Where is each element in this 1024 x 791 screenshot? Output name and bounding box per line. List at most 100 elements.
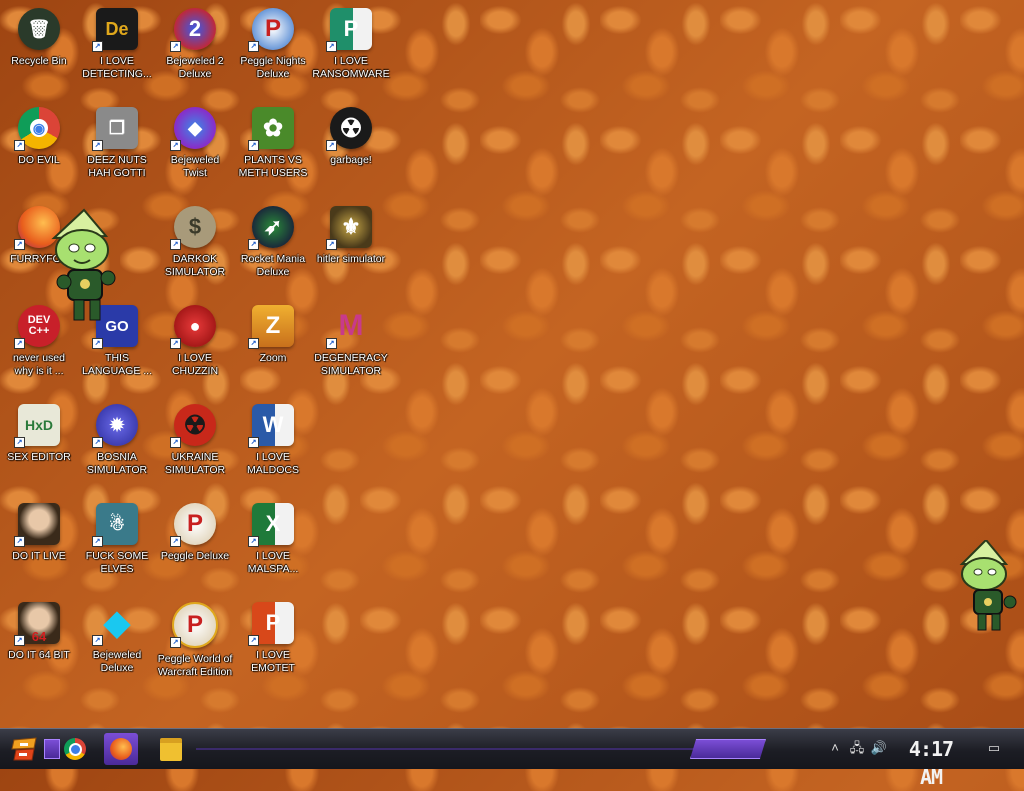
desktop-icon-hitler-simulator[interactable]: ⚜ ↗ hitler simulator <box>312 200 390 296</box>
shortcut-arrow-icon: ↗ <box>92 41 103 52</box>
icon-label: Zoom <box>259 352 287 364</box>
shortcut-arrow-icon: ↗ <box>170 239 181 250</box>
icon-label: Recycle Bin <box>11 55 67 67</box>
taskbar: ˄ 🖧 🔊 4:17 AM ▭ <box>0 728 1024 789</box>
desktop-icon-darkok[interactable]: $ ↗ DARKOK SIMULATOR <box>156 200 234 296</box>
taskbar-clock[interactable]: 4:17 AM <box>896 735 966 789</box>
desktop-icon-hxd[interactable]: HxD ↗ SEX EDITOR <box>0 398 78 494</box>
icon-label: Bejeweled Deluxe <box>92 649 142 674</box>
recycle-bin-icon: 🗑 <box>18 8 60 50</box>
desktop-icon-garbage[interactable]: ☢ ↗ garbage! <box>312 101 390 197</box>
publisher-icon: P ↗ <box>326 8 372 52</box>
de-icon: De ↗ <box>92 8 138 52</box>
desktop-icon-plants-vs[interactable]: ✿ ↗ PLANTS VS METH USERS <box>234 101 312 197</box>
shortcut-arrow-icon: ↗ <box>326 338 337 349</box>
desktop-icon-detecting[interactable]: De ↗ I LOVE DETECTING... <box>78 2 156 98</box>
shortcut-arrow-icon: ↗ <box>170 437 181 448</box>
icon-label: DO EVIL <box>18 154 60 166</box>
icon-label: SEX EDITOR <box>7 451 71 463</box>
spiked-ball-icon: ✹ ↗ <box>92 404 138 448</box>
shortcut-arrow-icon: ↗ <box>92 140 103 151</box>
icon-label: DO IT LIVE <box>12 550 66 562</box>
icon-label: I LOVE CHUZZIN <box>171 352 219 377</box>
shortcut-arrow-icon: ↗ <box>248 338 259 349</box>
excel-icon: X ↗ <box>248 503 294 547</box>
radiation-icon: ☢ ↗ <box>170 404 216 448</box>
icon-label: I LOVE MALDOCS <box>247 451 299 476</box>
shortcut-arrow-icon: ↗ <box>248 41 259 52</box>
taskbar-chrome[interactable] <box>58 733 92 765</box>
shortcut-arrow-icon: ↗ <box>170 637 181 648</box>
start-logo-icon <box>11 737 37 761</box>
start-button[interactable] <box>8 733 42 765</box>
firefox-icon <box>110 738 132 760</box>
shortcut-arrow-icon: ↗ <box>170 338 181 349</box>
notification-center-icon[interactable]: ▭ <box>984 739 1004 757</box>
desktop-icon-ransomware[interactable]: P ↗ I LOVE RANSOMWARE <box>312 2 390 98</box>
taskbar-firefox[interactable] <box>104 733 138 765</box>
desktop-icon-do-it-64-bit[interactable]: 64 ↗ DO IT 64 BIT <box>0 596 78 692</box>
peggle-wow-icon: P ↗ <box>170 602 218 648</box>
desktop-icon-degeneracy[interactable]: M ↗ DEGENERACY SIMULATOR <box>312 299 390 395</box>
desktop-icon-peggle-nights[interactable]: P ↗ Peggle Nights Deluxe <box>234 2 312 98</box>
chrome-icon <box>64 738 86 760</box>
shortcut-arrow-icon: ↗ <box>92 437 103 448</box>
show-hidden-icons-chevron-icon[interactable]: ˄ <box>826 739 844 757</box>
peggle-nights-icon: P ↗ <box>248 8 294 52</box>
elf-icon: ☃ ↗ <box>92 503 138 547</box>
plant-icon: ✿ ↗ <box>248 107 294 151</box>
peridot-mascot-right[interactable] <box>956 540 1024 632</box>
desktop-icon-bejeweled-twist[interactable]: ◆ ↗ Bejeweled Twist <box>156 101 234 197</box>
shortcut-arrow-icon: ↗ <box>170 536 181 547</box>
desktop-icon-bejeweled-2[interactable]: 2 ↗ Bejeweled 2 Deluxe <box>156 2 234 98</box>
desktop-icon-bosnia[interactable]: ✹ ↗ BOSNIA SIMULATOR <box>78 398 156 494</box>
portrait-icon: ↗ <box>14 503 60 547</box>
desktop-icon-bejeweled-deluxe[interactable]: ◆ ↗ Bejeweled Deluxe <box>78 596 156 692</box>
icon-label: Bejeweled 2 Deluxe <box>166 55 224 80</box>
desktop-icon-chrome[interactable]: ◉ ↗ DO EVIL <box>0 101 78 197</box>
desktop-icon-recycle-bin[interactable]: 🗑 Recycle Bin <box>0 2 78 98</box>
desktop-icon-peggle-deluxe[interactable]: P ↗ Peggle Deluxe <box>156 497 234 593</box>
taskbar-accent-right <box>690 739 766 759</box>
money-bag-icon: $ ↗ <box>170 206 216 250</box>
desktop-icon-chuzzle[interactable]: ● ↗ I LOVE CHUZZIN <box>156 299 234 395</box>
shortcut-arrow-icon: ↗ <box>326 41 337 52</box>
volume-icon[interactable]: 🔊 <box>870 739 888 757</box>
desktop-icon-zoom[interactable]: Z ↗ Zoom <box>234 299 312 395</box>
shortcut-arrow-icon: ↗ <box>92 536 103 547</box>
desktop-icon-ukraine[interactable]: ☢ ↗ UKRAINE SIMULATOR <box>156 398 234 494</box>
desktop-icon-peggle-wow[interactable]: P ↗ Peggle World of Warcraft Edition <box>156 596 234 692</box>
icon-label: BOSNIA SIMULATOR <box>86 451 148 476</box>
shortcut-arrow-icon: ↗ <box>326 140 337 151</box>
network-icon[interactable]: 🖧 <box>848 739 866 757</box>
shortcut-arrow-icon: ↗ <box>92 338 103 349</box>
shortcut-arrow-icon: ↗ <box>248 140 259 151</box>
desktop-icon-do-it-live[interactable]: ↗ DO IT LIVE <box>0 497 78 593</box>
windows-stack-icon: ❐ ↗ <box>92 107 138 151</box>
hxd-icon: HxD ↗ <box>14 404 60 448</box>
icon-label: Rocket Mania Deluxe <box>240 253 306 278</box>
desktop-icon-word[interactable]: W ↗ I LOVE MALDOCS <box>234 398 312 494</box>
peridot-mascot-left[interactable] <box>44 208 136 326</box>
icon-label: Peggle World of Warcraft Edition <box>157 653 233 678</box>
shortcut-arrow-icon: ↗ <box>14 536 25 547</box>
desktop-icon-powerpoint[interactable]: P ↗ I LOVE EMOTET <box>234 596 312 692</box>
mpv-icon: M ↗ <box>326 305 372 349</box>
shortcut-arrow-icon: ↗ <box>248 239 259 250</box>
icon-label: DO IT 64 BIT <box>8 649 70 661</box>
shortcut-arrow-icon: ↗ <box>92 635 103 646</box>
taskbar-file-explorer[interactable] <box>154 733 188 765</box>
shortcut-arrow-icon: ↗ <box>326 239 337 250</box>
rocket-icon: ➶ ↗ <box>248 206 294 250</box>
gem-icon: ◆ ↗ <box>170 107 216 151</box>
icon-label: I LOVE EMOTET <box>251 649 295 674</box>
taskbar-accent-middle <box>196 748 696 750</box>
icon-label: FUCK SOME ELVES <box>85 550 149 575</box>
desktop-icon-excel[interactable]: X ↗ I LOVE MALSPA... <box>234 497 312 593</box>
desktop-icon-elves[interactable]: ☃ ↗ FUCK SOME ELVES <box>78 497 156 593</box>
zoom-icon: Z ↗ <box>248 305 294 349</box>
desktop-icon-deez-nuts[interactable]: ❐ ↗ DEEZ NUTS HAH GOTTI <box>78 101 156 197</box>
desktop-icon-rocket-mania[interactable]: ➶ ↗ Rocket Mania Deluxe <box>234 200 312 296</box>
icon-label: DEGENERACY SIMULATOR <box>314 352 388 377</box>
portrait-64-icon: 64 ↗ <box>14 602 60 646</box>
